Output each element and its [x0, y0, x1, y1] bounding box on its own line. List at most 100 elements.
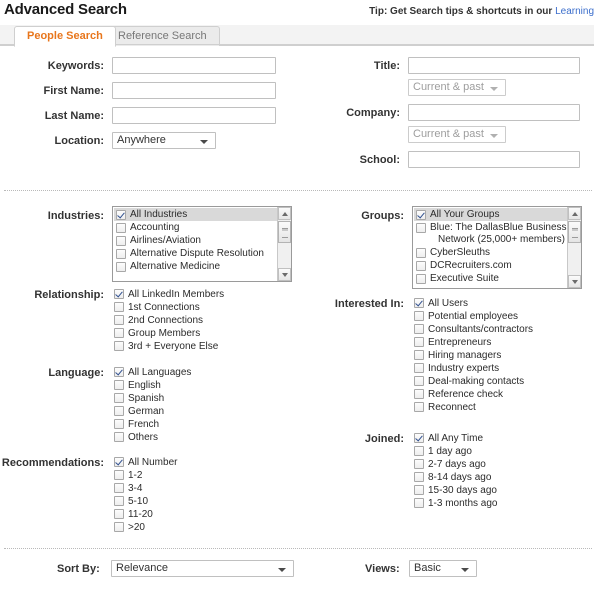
- checkbox-item[interactable]: >20: [114, 521, 177, 534]
- checkbox-icon[interactable]: [414, 433, 424, 443]
- checkbox-icon[interactable]: [114, 406, 124, 416]
- checkbox-item[interactable]: All Users: [414, 297, 533, 310]
- scroll-down-icon[interactable]: [568, 275, 581, 288]
- checkbox-item[interactable]: 8-14 days ago: [414, 471, 498, 484]
- checkbox-item[interactable]: All Number: [114, 456, 177, 469]
- checkbox-item[interactable]: 15-30 days ago: [414, 484, 498, 497]
- views-select[interactable]: Basic: [409, 560, 477, 577]
- checkbox-icon[interactable]: [414, 472, 424, 482]
- list-item[interactable]: DCRecruiters.com: [414, 259, 567, 272]
- industries-scrollbar[interactable]: [277, 207, 291, 281]
- checkbox-icon[interactable]: [114, 470, 124, 480]
- checkbox-icon[interactable]: [116, 210, 126, 220]
- company-scope-select[interactable]: Current & past: [408, 126, 506, 143]
- scroll-thumb[interactable]: [568, 221, 581, 243]
- checkbox-item[interactable]: 2nd Connections: [114, 314, 224, 327]
- checkbox-icon[interactable]: [416, 274, 426, 284]
- checkbox-item[interactable]: Spanish: [114, 392, 191, 405]
- checkbox-item[interactable]: All Any Time: [414, 432, 498, 445]
- checkbox-item[interactable]: Potential employees: [414, 310, 533, 323]
- checkbox-item[interactable]: 11-20: [114, 508, 177, 521]
- checkbox-icon[interactable]: [116, 262, 126, 272]
- checkbox-icon[interactable]: [414, 446, 424, 456]
- checkbox-item[interactable]: Hiring managers: [414, 349, 533, 362]
- checkbox-icon[interactable]: [414, 485, 424, 495]
- learning-link[interactable]: Learning: [555, 6, 594, 17]
- list-item[interactable]: Accounting: [114, 221, 277, 234]
- title-scope-select[interactable]: Current & past: [408, 79, 506, 96]
- scroll-up-icon[interactable]: [278, 207, 291, 220]
- last-name-input[interactable]: [112, 107, 276, 124]
- location-select[interactable]: Anywhere: [112, 132, 216, 149]
- checkbox-icon[interactable]: [414, 376, 424, 386]
- checkbox-item[interactable]: Entrepreneurs: [414, 336, 533, 349]
- scroll-up-icon[interactable]: [568, 207, 581, 220]
- checkbox-icon[interactable]: [114, 367, 124, 377]
- checkbox-icon[interactable]: [414, 337, 424, 347]
- checkbox-icon[interactable]: [416, 248, 426, 258]
- list-item[interactable]: Alternative Medicine: [114, 260, 277, 273]
- checkbox-item[interactable]: French: [114, 418, 191, 431]
- checkbox-item[interactable]: 2-7 days ago: [414, 458, 498, 471]
- checkbox-icon[interactable]: [114, 522, 124, 532]
- checkbox-icon[interactable]: [416, 210, 426, 220]
- checkbox-icon[interactable]: [414, 311, 424, 321]
- checkbox-icon[interactable]: [114, 302, 124, 312]
- checkbox-item[interactable]: Others: [114, 431, 191, 444]
- list-item[interactable]: Alternative Dispute Resolution: [114, 247, 277, 260]
- checkbox-item[interactable]: English: [114, 379, 191, 392]
- checkbox-icon[interactable]: [114, 419, 124, 429]
- scroll-down-icon[interactable]: [278, 268, 291, 281]
- checkbox-icon[interactable]: [116, 249, 126, 259]
- checkbox-item[interactable]: Deal-making contacts: [414, 375, 533, 388]
- company-input[interactable]: [408, 104, 580, 121]
- checkbox-item[interactable]: 3rd + Everyone Else: [114, 340, 224, 353]
- list-item[interactable]: Airlines/Aviation: [114, 234, 277, 247]
- checkbox-icon[interactable]: [414, 498, 424, 508]
- checkbox-icon[interactable]: [114, 457, 124, 467]
- checkbox-item[interactable]: All Languages: [114, 366, 191, 379]
- industries-listbox[interactable]: All Industries Accounting Airlines/Aviat…: [112, 206, 292, 282]
- checkbox-icon[interactable]: [114, 432, 124, 442]
- checkbox-icon[interactable]: [116, 236, 126, 246]
- checkbox-icon[interactable]: [114, 328, 124, 338]
- list-item[interactable]: Executive Suite: [414, 272, 567, 285]
- checkbox-icon[interactable]: [416, 261, 426, 271]
- checkbox-icon[interactable]: [414, 389, 424, 399]
- first-name-input[interactable]: [112, 82, 276, 99]
- checkbox-item[interactable]: 1-2: [114, 469, 177, 482]
- checkbox-icon[interactable]: [414, 402, 424, 412]
- checkbox-item[interactable]: 5-10: [114, 495, 177, 508]
- checkbox-item[interactable]: Reference check: [414, 388, 533, 401]
- checkbox-item[interactable]: All LinkedIn Members: [114, 288, 224, 301]
- checkbox-icon[interactable]: [414, 324, 424, 334]
- checkbox-icon[interactable]: [114, 289, 124, 299]
- tab-people-search[interactable]: People Search: [14, 26, 116, 47]
- checkbox-item[interactable]: 1 day ago: [414, 445, 498, 458]
- checkbox-item[interactable]: 1st Connections: [114, 301, 224, 314]
- checkbox-icon[interactable]: [414, 363, 424, 373]
- checkbox-item[interactable]: 1-3 months ago: [414, 497, 498, 510]
- checkbox-item[interactable]: German: [114, 405, 191, 418]
- checkbox-icon[interactable]: [114, 496, 124, 506]
- tab-reference-search[interactable]: Reference Search: [105, 26, 220, 46]
- keywords-input[interactable]: [112, 57, 276, 74]
- checkbox-icon[interactable]: [414, 459, 424, 469]
- checkbox-icon[interactable]: [114, 315, 124, 325]
- checkbox-icon[interactable]: [116, 223, 126, 233]
- checkbox-icon[interactable]: [114, 509, 124, 519]
- list-item[interactable]: All Industries: [114, 208, 277, 221]
- checkbox-item[interactable]: 3-4: [114, 482, 177, 495]
- list-item[interactable]: CyberSleuths: [414, 246, 567, 259]
- groups-scrollbar[interactable]: [567, 207, 581, 288]
- checkbox-item[interactable]: Group Members: [114, 327, 224, 340]
- groups-listbox[interactable]: All Your Groups Blue: The DallasBlue Bus…: [412, 206, 582, 289]
- checkbox-icon[interactable]: [114, 341, 124, 351]
- list-item[interactable]: Blue: The DallasBlue Business Network (2…: [414, 221, 567, 246]
- checkbox-icon[interactable]: [416, 223, 426, 233]
- list-item[interactable]: All Your Groups: [414, 208, 567, 221]
- title-input[interactable]: [408, 57, 580, 74]
- checkbox-icon[interactable]: [114, 393, 124, 403]
- checkbox-item[interactable]: Consultants/contractors: [414, 323, 533, 336]
- checkbox-icon[interactable]: [114, 483, 124, 493]
